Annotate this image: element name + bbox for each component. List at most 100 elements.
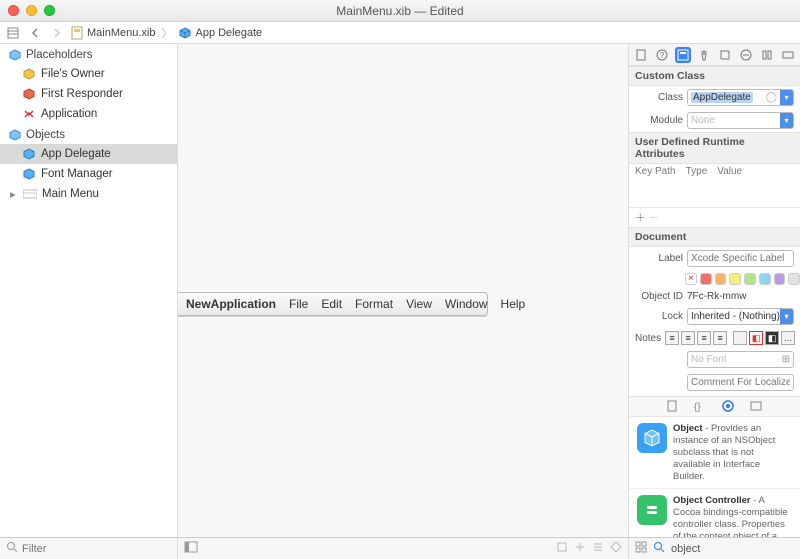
add-attr-button[interactable]: ＋	[635, 212, 646, 224]
svg-text:{}: {}	[694, 402, 701, 412]
connections-inspector-tab[interactable]	[738, 47, 754, 63]
outline-toggle-icon[interactable]	[4, 25, 22, 41]
nav-item-label: Main Menu	[42, 188, 99, 200]
runtime-attrs-table[interactable]	[629, 179, 800, 207]
runtime-attrs-section-title: User Defined Runtime Attributes	[629, 132, 800, 164]
file-inspector-tab[interactable]	[633, 47, 649, 63]
nav-main-menu[interactable]: ▸ Main Menu	[0, 184, 177, 204]
resolve-icon[interactable]	[610, 541, 622, 556]
canvas[interactable]: NewApplication File Edit Format View Win…	[178, 44, 628, 537]
object-library-tab[interactable]	[722, 400, 736, 414]
runtime-attrs-header: Key Path Type Value	[629, 164, 800, 179]
swatch-gray[interactable]	[788, 273, 800, 285]
code-snippets-tab[interactable]: {}	[694, 400, 708, 414]
font-picker-icon[interactable]: ⊞	[782, 354, 790, 365]
chevron-down-icon[interactable]: ▾	[780, 90, 793, 105]
pin-icon[interactable]	[574, 541, 586, 556]
remove-attr-button[interactable]: －	[648, 212, 659, 224]
swatch-yellow[interactable]	[729, 273, 741, 285]
menu-item-help[interactable]: Help	[501, 297, 526, 311]
cube-icon	[8, 128, 22, 142]
library-item-object-controller[interactable]: Object Controller - A Cocoa bindings-com…	[629, 489, 800, 537]
notes-label: Notes	[635, 333, 661, 344]
library-filter-input[interactable]	[671, 543, 800, 555]
size-inspector-tab[interactable]	[717, 47, 733, 63]
chevron-right-icon: 〉	[161, 25, 172, 41]
library-list[interactable]: Object - Provides an instance of an NSOb…	[629, 417, 800, 537]
file-templates-tab[interactable]	[666, 400, 680, 414]
identity-inspector-tab[interactable]	[675, 47, 691, 63]
nav-files-owner[interactable]: File's Owner	[0, 64, 177, 84]
objects-group[interactable]: Objects	[0, 124, 177, 144]
footer-bar	[0, 537, 800, 559]
library-panel: {} Object - Provides an instance of an N…	[629, 396, 800, 537]
nav-font-manager[interactable]: Font Manager	[0, 164, 177, 184]
bindings-inspector-tab[interactable]	[759, 47, 775, 63]
preview-menu-bar[interactable]: NewApplication File Edit Format View Win…	[178, 292, 488, 316]
col-keypath: Key Path	[635, 166, 676, 177]
menu-app-name[interactable]: NewApplication	[186, 297, 276, 311]
filter-icon[interactable]	[6, 541, 18, 556]
more-notes-button[interactable]: …	[781, 331, 795, 345]
close-window-button[interactable]	[8, 5, 19, 16]
placeholders-group[interactable]: Placeholders	[0, 44, 177, 64]
breadcrumb-object[interactable]: App Delegate	[178, 26, 262, 40]
localizer-comment-field[interactable]	[687, 374, 794, 391]
help-inspector-tab[interactable]: ?	[654, 47, 670, 63]
class-combobox[interactable]: AppDelegate ◯ ▾	[687, 89, 794, 106]
class-value: AppDelegate	[691, 92, 753, 103]
text-color-button[interactable]	[733, 331, 747, 345]
media-library-tab[interactable]	[750, 400, 764, 414]
menu-item-window[interactable]: Window	[445, 297, 488, 311]
align-justify-button[interactable]: ≡	[713, 331, 727, 345]
menu-item-file[interactable]: File	[289, 297, 308, 311]
nav-back-button[interactable]	[26, 25, 44, 41]
navigator-filter-input[interactable]	[22, 543, 171, 555]
menu-item-edit[interactable]: Edit	[321, 297, 342, 311]
font-field[interactable]: No Font ⊞	[687, 351, 794, 368]
disclosure-triangle-icon[interactable]: ▸	[10, 187, 18, 201]
chevron-down-icon[interactable]: ▾	[780, 113, 793, 128]
swatch-none[interactable]: ×	[685, 273, 697, 285]
auto-layout-issues-icon[interactable]	[556, 541, 568, 556]
swatch-green[interactable]	[744, 273, 756, 285]
swatch-purple[interactable]	[774, 273, 786, 285]
doc-label-field[interactable]	[687, 250, 794, 267]
lock-select[interactable]: Inherited - (Nothing) ▾	[687, 308, 794, 325]
clear-icon[interactable]: ◯	[766, 92, 780, 103]
minimize-window-button[interactable]	[26, 5, 37, 16]
nav-first-responder[interactable]: First Responder	[0, 84, 177, 104]
menu-icon	[23, 187, 37, 201]
library-item-object[interactable]: Object - Provides an instance of an NSOb…	[629, 417, 800, 489]
align-left-button[interactable]: ≡	[665, 331, 679, 345]
library-item-text: Object - Provides an instance of an NSOb…	[673, 423, 792, 482]
runtime-attrs-toolbar: ＋ －	[629, 207, 800, 227]
menu-item-view[interactable]: View	[406, 297, 432, 311]
nav-forward-button[interactable]	[48, 25, 66, 41]
align-icon[interactable]	[592, 541, 604, 556]
chevron-updown-icon[interactable]: ▾	[780, 309, 793, 324]
swatch-blue[interactable]	[759, 273, 771, 285]
align-right-button[interactable]: ≡	[697, 331, 711, 345]
effects-inspector-tab[interactable]	[780, 47, 796, 63]
swatch-orange[interactable]	[715, 273, 727, 285]
attributes-inspector-tab[interactable]	[696, 47, 712, 63]
breadcrumb-file[interactable]: MainMenu.xib	[70, 26, 155, 40]
module-label: Module	[635, 115, 683, 126]
document-outline-toggle[interactable]	[184, 541, 198, 556]
svg-text:?: ?	[660, 51, 665, 60]
align-center-button[interactable]: ≡	[681, 331, 695, 345]
grid-view-icon[interactable]	[635, 541, 647, 556]
col-value: Value	[717, 166, 742, 177]
menu-item-format[interactable]: Format	[355, 297, 393, 311]
nav-app-delegate[interactable]: App Delegate	[0, 144, 177, 164]
swatch-red[interactable]	[700, 273, 712, 285]
module-combobox[interactable]: None ▾	[687, 112, 794, 129]
filter-icon[interactable]	[653, 541, 665, 556]
text-style-button[interactable]: ◧	[749, 331, 763, 345]
outline-navigator: Placeholders File's Owner First Responde…	[0, 44, 178, 537]
zoom-window-button[interactable]	[44, 5, 55, 16]
class-label: Class	[635, 92, 683, 103]
bg-color-button[interactable]: ◧	[765, 331, 779, 345]
nav-application[interactable]: Application	[0, 104, 177, 124]
